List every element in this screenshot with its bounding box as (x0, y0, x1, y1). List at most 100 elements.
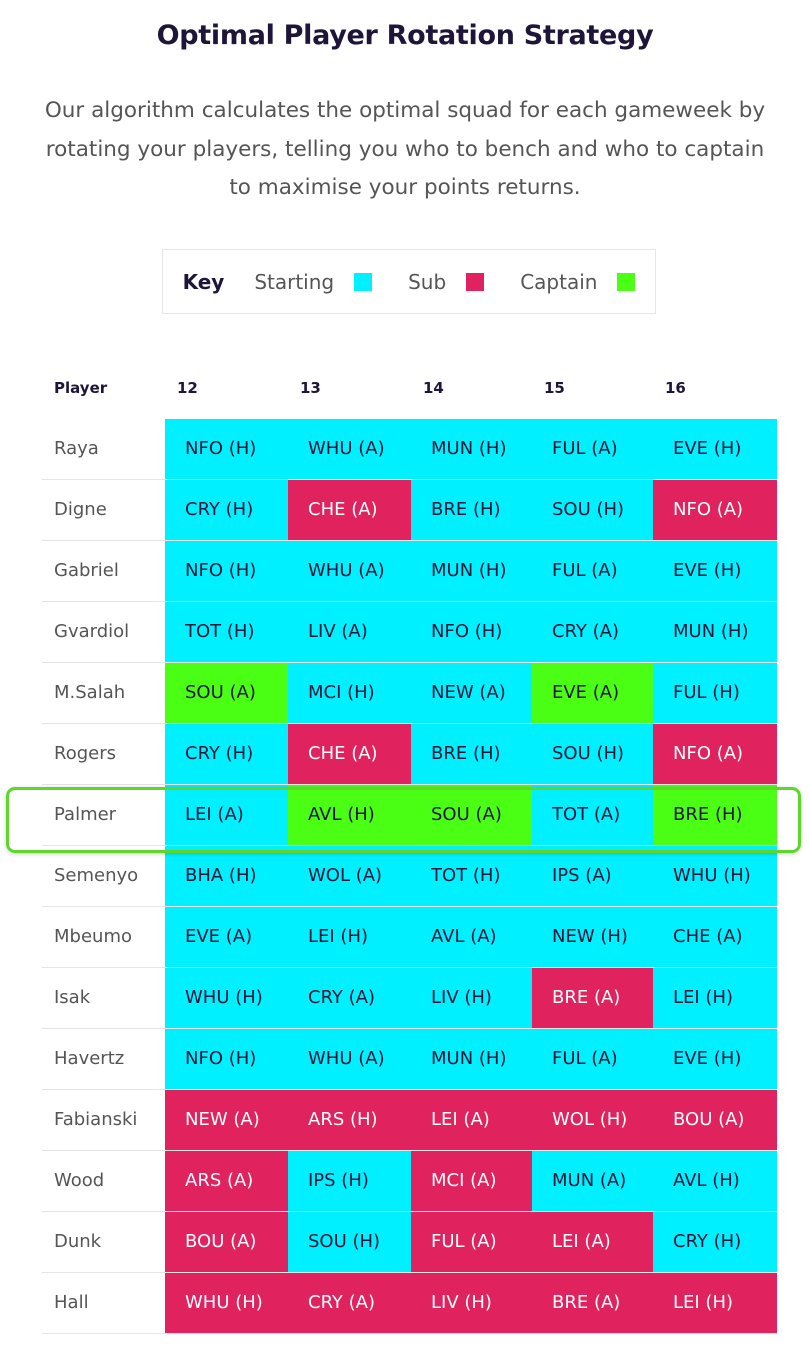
fixture-cell-starting: SOU (H) (532, 724, 653, 784)
rotation-table: Raya NFO (H) WHU (A) MUN (H) FUL (A) EVE (H) D… (42, 419, 777, 1334)
player-name: Hall (54, 1292, 89, 1313)
fixture-cell-starting: CRY (A) (532, 602, 653, 662)
fixture-cell-captain: SOU (A) (165, 663, 288, 723)
table-row: Hall WHU (H) CRY (A) LIV (H) BRE (A) LEI (H) (42, 1273, 777, 1334)
header-gw: 12 (177, 379, 198, 397)
fixture-cell-starting: IPS (H) (288, 1151, 411, 1211)
player-name: Gvardiol (54, 621, 130, 642)
legend-captain-label: Captain (520, 269, 598, 294)
fixture-cell-sub: LEI (A) (532, 1212, 653, 1272)
fixture-cell-starting: TOT (H) (411, 846, 532, 906)
fixture-cell-sub: NFO (A) (653, 724, 777, 784)
page-title: Optimal Player Rotation Strategy (156, 20, 654, 51)
fixture-cell-starting: EVE (A) (165, 907, 288, 967)
fixture-cell-starting: MUN (H) (653, 602, 777, 662)
table-row: M.Salah SOU (A) MCI (H) NEW (A) EVE (A) FUL (… (42, 663, 777, 724)
fixture-cell-sub: MCI (A) (411, 1151, 532, 1211)
fixture-cell-starting: EVE (H) (653, 1029, 777, 1089)
fixture-cell-sub: LEI (H) (653, 1273, 777, 1333)
fixture-cell-captain: EVE (A) (532, 663, 653, 723)
table-row: Gvardiol TOT (H) LIV (A) NFO (H) CRY (A) MUN … (42, 602, 777, 663)
player-name: Isak (54, 987, 91, 1008)
fixture-cell-starting: WHU (A) (288, 1029, 411, 1089)
fixture-cell-starting: LEI (H) (288, 907, 411, 967)
fixture-cell-sub: BRE (A) (532, 968, 653, 1028)
fixture-cell-starting: WHU (A) (288, 541, 411, 601)
fixture-cell-starting: CRY (H) (165, 480, 288, 540)
player-name: Rogers (54, 743, 116, 764)
fixture-cell-sub: WHU (H) (165, 1273, 288, 1333)
table-row: Isak WHU (H) CRY (A) LIV (H) BRE (A) LEI (H) (42, 968, 777, 1029)
player-name: M.Salah (54, 682, 126, 703)
fixture-cell-starting: WOL (A) (288, 846, 411, 906)
fixture-cell-starting: LIV (A) (288, 602, 411, 662)
player-name: Mbeumo (54, 926, 132, 947)
fixture-cell-starting: SOU (H) (288, 1212, 411, 1272)
fixture-cell-sub: BRE (A) (532, 1273, 653, 1333)
fixture-cell-sub: NFO (A) (653, 480, 777, 540)
fixture-cell-starting: EVE (H) (653, 419, 777, 479)
fixture-cell-starting: NEW (H) (532, 907, 653, 967)
legend: Key Starting Sub Captain (162, 249, 656, 314)
fixture-cell-starting: CRY (H) (165, 724, 288, 784)
fixture-cell-starting: NFO (H) (165, 541, 288, 601)
highlighted-row-outline (6, 787, 801, 853)
table-row: Mbeumo EVE (A) LEI (H) AVL (A) NEW (H) CHE (A… (42, 907, 777, 968)
fixture-cell-starting: CHE (A) (653, 907, 777, 967)
player-name: Gabriel (54, 560, 119, 581)
fixture-cell-starting: LIV (H) (411, 968, 532, 1028)
header-gw: 13 (300, 379, 321, 397)
description: Our algorithm calculates the optimal squ… (44, 98, 766, 200)
table-row: Gabriel NFO (H) WHU (A) MUN (H) FUL (A) EVE (… (42, 541, 777, 602)
fixture-cell-starting: WHU (H) (165, 968, 288, 1028)
fixture-cell-starting: CRY (H) (653, 1212, 777, 1272)
player-name: Fabianski (54, 1109, 138, 1130)
fixture-cell-sub: FUL (A) (411, 1212, 532, 1272)
table-row: Rogers CRY (H) CHE (A) BRE (H) SOU (H) NFO (A… (42, 724, 777, 785)
fixture-cell-sub: LIV (H) (411, 1273, 532, 1333)
fixture-cell-starting: EVE (H) (653, 541, 777, 601)
fixture-cell-sub: NEW (A) (165, 1090, 288, 1150)
fixture-cell-starting: AVL (H) (653, 1151, 777, 1211)
header-gw: 14 (423, 379, 444, 397)
table-row: Semenyo BHA (H) WOL (A) TOT (H) IPS (A) WHU (… (42, 846, 777, 907)
table-row: Dunk BOU (A) SOU (H) FUL (A) LEI (A) CRY (H) (42, 1212, 777, 1273)
fixture-cell-starting: NFO (H) (165, 1029, 288, 1089)
header-gw: 16 (665, 379, 686, 397)
header-gw: 15 (544, 379, 565, 397)
legend-starting-label: Starting (254, 269, 335, 294)
header-player: Player (54, 379, 108, 397)
fixture-cell-starting: WHU (A) (288, 419, 411, 479)
fixture-cell-starting: BRE (H) (411, 724, 532, 784)
fixture-cell-starting: MUN (H) (411, 541, 532, 601)
fixture-cell-starting: WHU (H) (653, 846, 777, 906)
legend-sub-label: Sub (408, 269, 447, 294)
player-name: Wood (54, 1170, 105, 1191)
fixture-cell-starting: FUL (A) (532, 541, 653, 601)
player-name: Dunk (54, 1231, 102, 1252)
player-name: Semenyo (54, 865, 139, 886)
fixture-cell-starting: MUN (H) (411, 1029, 532, 1089)
legend-captain-swatch (617, 272, 636, 291)
player-name: Havertz (54, 1048, 125, 1069)
table-row: Fabianski NEW (A) ARS (H) LEI (A) WOL (H) BOU… (42, 1090, 777, 1151)
fixture-cell-starting: AVL (A) (411, 907, 532, 967)
fixture-cell-sub: ARS (H) (288, 1090, 411, 1150)
fixture-cell-starting: MUN (H) (411, 419, 532, 479)
fixture-cell-starting: SOU (H) (532, 480, 653, 540)
fixture-cell-starting: FUL (A) (532, 419, 653, 479)
fixture-cell-starting: IPS (A) (532, 846, 653, 906)
table-row: Digne CRY (H) CHE (A) BRE (H) SOU (H) NFO (A) (42, 480, 777, 541)
fixture-cell-sub: LEI (A) (411, 1090, 532, 1150)
fixture-cell-starting: FUL (H) (653, 663, 777, 723)
fixture-cell-starting: CRY (A) (288, 968, 411, 1028)
fixture-cell-sub: WOL (H) (532, 1090, 653, 1150)
fixture-cell-starting: NFO (H) (165, 419, 288, 479)
fixture-cell-starting: MUN (A) (532, 1151, 653, 1211)
fixture-cell-sub: CHE (A) (288, 480, 411, 540)
legend-sub-swatch (466, 272, 485, 291)
fixture-cell-sub: BOU (A) (165, 1212, 288, 1272)
fixture-cell-starting: TOT (H) (165, 602, 288, 662)
fixture-cell-starting: NEW (A) (411, 663, 532, 723)
fixture-cell-starting: LEI (H) (653, 968, 777, 1028)
